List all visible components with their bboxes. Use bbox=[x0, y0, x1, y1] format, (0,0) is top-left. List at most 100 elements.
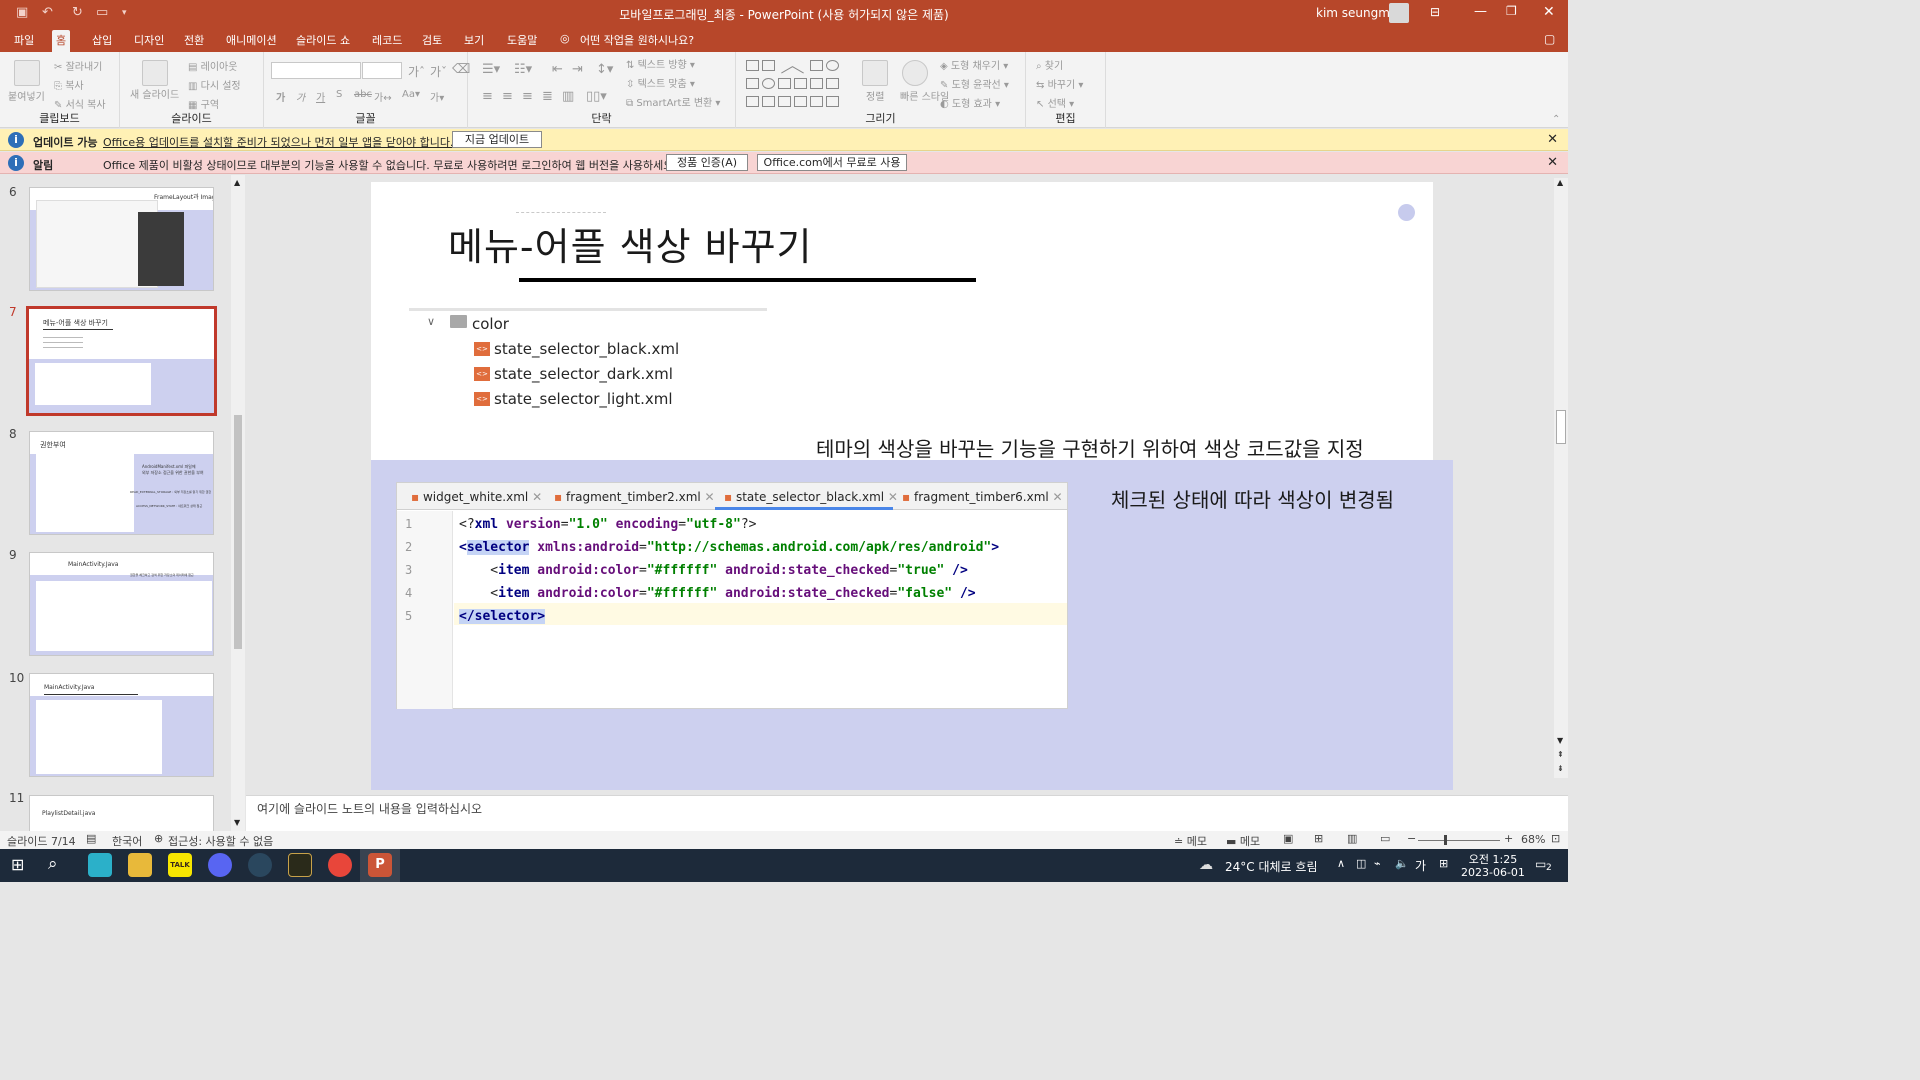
tab-home[interactable]: 홈 bbox=[52, 30, 71, 52]
slide-thumbnail-7[interactable]: 메뉴-어플 색상 바꾸기 bbox=[26, 306, 217, 416]
notes-toggle[interactable]: ≐ 메모 bbox=[1174, 833, 1207, 849]
italic-icon[interactable]: 가 bbox=[296, 89, 305, 104]
tell-me-search[interactable]: 어떤 작업을 원하시나요? bbox=[576, 32, 698, 52]
shape-fill-button[interactable]: ◈ 도형 채우기 ▾ bbox=[940, 57, 1008, 72]
align-center-icon[interactable]: ≡ bbox=[502, 89, 513, 104]
tab-review[interactable]: 검토 bbox=[418, 32, 446, 52]
tree-expand-icon[interactable]: ∨ bbox=[427, 315, 435, 328]
notification-icon[interactable]: ▭ bbox=[1535, 857, 1546, 871]
slide-thumbnail-11[interactable]: PlaylistDetail.java bbox=[29, 795, 214, 831]
scroll-down-icon[interactable]: ▼ bbox=[234, 818, 240, 827]
zoom-slider-thumb[interactable] bbox=[1444, 835, 1447, 845]
font-color-icon[interactable]: 가▾ bbox=[430, 89, 444, 104]
shrink-font-icon[interactable]: 가ˇ bbox=[430, 63, 447, 80]
game-icon[interactable] bbox=[288, 853, 312, 877]
shape-rightarrow-icon[interactable] bbox=[810, 78, 823, 89]
format-painter-button[interactable]: ✎ 서식 복사 bbox=[54, 96, 106, 111]
tab-insert[interactable]: 삽입 bbox=[88, 32, 116, 52]
shape-textbox-icon[interactable] bbox=[746, 60, 759, 71]
tab-close-icon[interactable]: ✕ bbox=[705, 490, 715, 504]
char-spacing-icon[interactable]: 가↔ bbox=[374, 89, 392, 104]
align-right-icon[interactable]: ≡ bbox=[522, 89, 533, 104]
editor-scrollbar[interactable]: ▲ ▼ ⇞ ⇟ bbox=[1554, 178, 1568, 778]
scroll-thumb[interactable] bbox=[1556, 410, 1566, 444]
shape-freeform-icon[interactable] bbox=[778, 96, 791, 107]
avatar[interactable] bbox=[1389, 3, 1409, 23]
restore-button[interactable]: ❐ bbox=[1506, 4, 1517, 18]
update-bar-message[interactable]: Office용 업데이트를 설치할 준비가 되었으나 먼저 일부 앱을 닫아야 … bbox=[103, 134, 453, 150]
save-icon[interactable]: ▣ bbox=[16, 5, 28, 20]
decrease-indent-icon[interactable]: ⇤ bbox=[552, 62, 563, 77]
tab-record[interactable]: 레코드 bbox=[368, 32, 406, 52]
shape-rectangle-icon[interactable] bbox=[810, 60, 823, 71]
comments-toggle[interactable]: ▬ 메모 bbox=[1226, 833, 1260, 849]
shape-star2-icon[interactable] bbox=[826, 96, 839, 107]
slide-thumbnail-6[interactable]: FrameLayout과 ImageView 활용 bbox=[29, 187, 214, 291]
ime-mode-icon[interactable]: ⊞ bbox=[1439, 857, 1448, 870]
code-text[interactable]: <?xml version="1.0" encoding="utf-8"?> bbox=[459, 513, 756, 536]
shape-downarrow-icon[interactable] bbox=[826, 78, 839, 89]
new-slide-button[interactable]: 새 슬라이드 bbox=[130, 86, 179, 101]
steam-icon[interactable] bbox=[248, 853, 272, 877]
justify-icon[interactable]: ≣ bbox=[542, 89, 553, 104]
columns-icon[interactable]: ▯▯▾ bbox=[586, 89, 607, 104]
spellcheck-icon[interactable]: ▤ bbox=[86, 832, 96, 845]
arrange-icon[interactable] bbox=[862, 60, 888, 86]
caption-theme[interactable]: 테마의 색상을 바꾸는 기능을 구현하기 위하여 색상 코드값을 지정 bbox=[816, 433, 1364, 462]
redo-icon[interactable]: ↻ bbox=[72, 5, 83, 20]
scroll-up-icon[interactable]: ▲ bbox=[1557, 178, 1563, 187]
shape-outline-button[interactable]: ✎ 도형 윤곽선 ▾ bbox=[940, 76, 1009, 91]
app-bird-icon[interactable] bbox=[88, 853, 112, 877]
select-button[interactable]: ↖ 선택 ▾ bbox=[1036, 95, 1074, 110]
tab-close-icon[interactable]: ✕ bbox=[532, 490, 542, 504]
quick-styles-icon[interactable] bbox=[902, 60, 928, 86]
accessibility-icon[interactable]: ⊕ bbox=[154, 832, 163, 845]
shape-roundrect-icon[interactable] bbox=[746, 78, 759, 89]
update-now-button[interactable]: 지금 업데이트 bbox=[452, 131, 542, 148]
ime-indicator[interactable]: 가 bbox=[1415, 857, 1426, 874]
notes-pane[interactable]: 여기에 슬라이드 노트의 내용을 입력하십시오 bbox=[246, 795, 1568, 831]
bold-icon[interactable]: 가 bbox=[276, 89, 285, 104]
slide-canvas[interactable]: 메뉴-어플 색상 바꾸기 ∨ color <> state_selector_b… bbox=[371, 182, 1453, 790]
align-text-button[interactable]: ⇳ 텍스트 맞춤 ▾ bbox=[626, 75, 695, 90]
code-text[interactable]: <item android:color="#ffffff" android:st… bbox=[459, 582, 975, 605]
shape-connector-icon[interactable] bbox=[794, 78, 807, 89]
shape-line-icon[interactable] bbox=[776, 57, 793, 74]
close-button[interactable]: ✕ bbox=[1543, 4, 1555, 20]
shape-brace-icon[interactable] bbox=[810, 96, 823, 107]
shape-star-icon[interactable] bbox=[746, 96, 759, 107]
code-text[interactable]: </selector> bbox=[459, 605, 546, 628]
editor-tab[interactable]: ▪ fragment_timber6.xml ✕ bbox=[902, 490, 1063, 504]
shape-vtextbox-icon[interactable] bbox=[762, 60, 775, 71]
change-case-icon[interactable]: Aa▾ bbox=[402, 89, 420, 100]
shape-effects-button[interactable]: ◐ 도형 효과 ▾ bbox=[940, 95, 1000, 110]
kakaotalk-icon[interactable]: TALK bbox=[168, 853, 192, 877]
align-left-icon[interactable]: ≡ bbox=[482, 89, 493, 104]
update-bar-close-icon[interactable]: ✕ bbox=[1547, 132, 1558, 147]
shape-arc-icon[interactable] bbox=[794, 96, 807, 107]
language-indicator[interactable]: 한국어 bbox=[112, 833, 142, 849]
minimize-button[interactable]: — bbox=[1474, 4, 1487, 19]
editor-tab-active[interactable]: ▪ state_selector_black.xml ✕ bbox=[724, 490, 898, 504]
text-direction-button[interactable]: ⇅ 텍스트 방향 ▾ bbox=[626, 56, 695, 71]
slide-title[interactable]: 메뉴-어플 색상 바꾸기 bbox=[448, 216, 813, 271]
slide-sorter-icon[interactable]: ⊞ bbox=[1314, 832, 1323, 845]
code-text[interactable]: <selector xmlns:android="http://schemas.… bbox=[459, 536, 999, 559]
zoom-level[interactable]: 68% bbox=[1521, 833, 1545, 846]
clock-time[interactable]: 오전 1:25 bbox=[1468, 851, 1518, 867]
alert-bar-close-icon[interactable]: ✕ bbox=[1547, 155, 1558, 170]
new-slide-icon[interactable] bbox=[142, 60, 168, 86]
discord-icon[interactable] bbox=[208, 853, 232, 877]
tab-file[interactable]: 파일 bbox=[10, 32, 38, 52]
paste-icon[interactable] bbox=[14, 60, 40, 86]
volume-icon[interactable]: 🔈 bbox=[1395, 857, 1409, 870]
windows-start-icon[interactable]: ⊞ bbox=[11, 855, 24, 874]
paste-button[interactable]: 붙여넣기 bbox=[8, 88, 45, 103]
font-size-combo[interactable] bbox=[362, 62, 402, 79]
copy-button[interactable]: ⎘ 복사 bbox=[54, 77, 84, 92]
weather-text[interactable]: 24°C 대체로 흐림 bbox=[1225, 858, 1317, 875]
customize-qat-icon[interactable]: ▾ bbox=[122, 8, 127, 18]
slide-thumbnail-8[interactable]: 권한부여 AndroidManifest.xml 파일에 외부 저장소 접근을 … bbox=[29, 431, 214, 535]
slide-thumbnail-10[interactable]: MainActivity.Java bbox=[29, 673, 214, 777]
tray-expand-icon[interactable]: ∧ bbox=[1337, 857, 1345, 870]
